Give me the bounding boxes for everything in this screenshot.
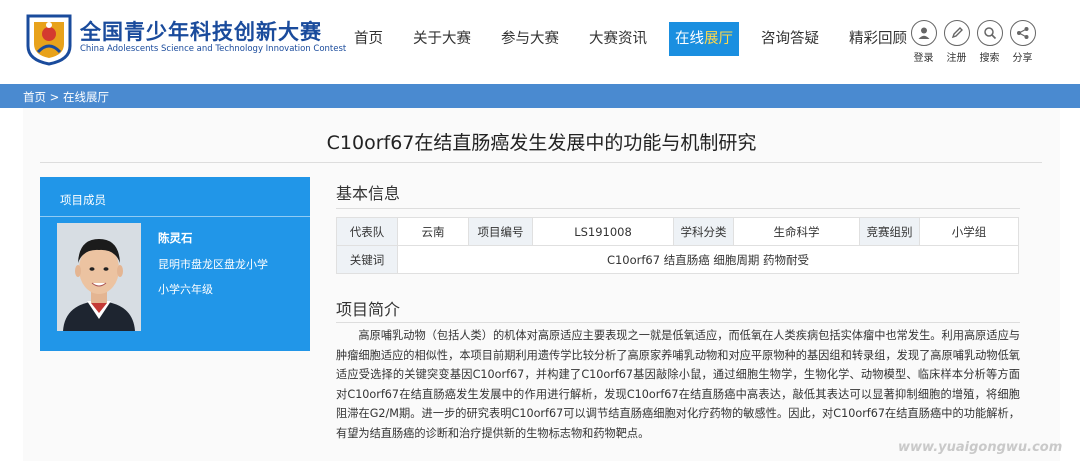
logo-subtitle: China Adolescents Science and Technology… xyxy=(80,44,347,54)
share-label: 分享 xyxy=(1012,53,1033,64)
nav-active-part-1: 在线 xyxy=(675,31,704,47)
member-name: 陈灵石 xyxy=(158,231,193,245)
group-value: 小学组 xyxy=(919,217,1019,246)
search-icon xyxy=(976,20,1003,46)
main-content: C10orf67在结直肠癌发生发展中的功能与机制研究 项目成员 陈灵石 昆明市盘… xyxy=(23,108,1060,461)
team-value: 云南 xyxy=(397,217,469,246)
project-number-value: LS191008 xyxy=(532,217,674,246)
member-avatar xyxy=(57,223,141,331)
subject-value: 生命科学 xyxy=(733,217,860,246)
user-icon xyxy=(910,20,937,46)
header-tools: 登录 注册 搜索 分享 xyxy=(907,20,1039,64)
member-school: 昆明市盘龙区盘龙小学 xyxy=(158,258,268,271)
share-button[interactable]: 分享 xyxy=(1006,20,1039,64)
pencil-icon xyxy=(943,20,970,46)
search-label: 搜索 xyxy=(979,53,1000,64)
nav-about[interactable]: 关于大赛 xyxy=(405,22,479,56)
subject-label: 学科分类 xyxy=(673,217,734,246)
nav-review[interactable]: 精彩回顾 xyxy=(841,22,915,56)
basic-info-heading: 基本信息 xyxy=(336,184,401,203)
team-label: 代表队 xyxy=(336,217,398,246)
basic-info-table: 代表队 云南 项目编号 LS191008 学科分类 生命科学 竞赛组别 小学组 … xyxy=(336,217,1019,274)
register-label: 注册 xyxy=(946,53,967,64)
keywords-value: C10orf67 结直肠癌 细胞周期 药物耐受 xyxy=(397,245,1019,274)
share-icon xyxy=(1009,20,1036,46)
page-title: C10orf67在结直肠癌发生发展中的功能与机制研究 xyxy=(326,132,757,154)
group-label: 竞赛组别 xyxy=(859,217,920,246)
intro-heading: 项目简介 xyxy=(336,300,401,319)
info-row: 代表队 云南 项目编号 LS191008 学科分类 生命科学 竞赛组别 小学组 xyxy=(336,217,1019,246)
member-grade: 小学六年级 xyxy=(158,283,213,296)
nav-news[interactable]: 大赛资讯 xyxy=(581,22,655,56)
member-heading: 项目成员 xyxy=(60,193,106,207)
member-card: 项目成员 陈灵石 昆明市盘龙区盘龙小学 小学六年级 xyxy=(40,177,310,351)
search-button[interactable]: 搜索 xyxy=(973,20,1006,64)
breadcrumb[interactable]: 首页 > 在线展厅 xyxy=(23,89,109,105)
logo-title: 全国青少年科技创新大赛 xyxy=(80,20,322,44)
keywords-label: 关键词 xyxy=(336,245,398,274)
keywords-row: 关键词 C10orf67 结直肠癌 细胞周期 药物耐受 xyxy=(336,245,1019,274)
intro-text: 高原哺乳动物（包括人类）的机体对高原适应主要表现之一就是低氧适应，而低氧在人类疾… xyxy=(336,329,1020,440)
title-divider xyxy=(40,162,1042,163)
basic-info-divider xyxy=(336,208,1020,209)
nav-participate[interactable]: 参与大赛 xyxy=(493,22,567,56)
nav-online-exhibition[interactable]: 在线展厅 xyxy=(669,22,739,56)
nav-home[interactable]: 首页 xyxy=(346,22,391,56)
nav-faq[interactable]: 咨询答疑 xyxy=(753,22,827,56)
login-button[interactable]: 登录 xyxy=(907,20,940,64)
member-divider xyxy=(40,216,310,217)
breadcrumb-bar: 首页 > 在线展厅 xyxy=(0,84,1080,108)
login-label: 登录 xyxy=(913,53,934,64)
watermark: www.yuaigongwu.com xyxy=(898,440,1063,455)
site-header: 全国青少年科技创新大赛 China Adolescents Science an… xyxy=(0,0,1080,84)
project-number-label: 项目编号 xyxy=(468,217,533,246)
nav-active-part-2: 展厅 xyxy=(704,31,733,47)
main-nav: 首页 关于大赛 参与大赛 大赛资讯 在线展厅 咨询答疑 精彩回顾 xyxy=(346,22,929,56)
intro-divider xyxy=(336,322,1020,323)
contest-logo[interactable] xyxy=(24,12,74,66)
register-button[interactable]: 注册 xyxy=(940,20,973,64)
